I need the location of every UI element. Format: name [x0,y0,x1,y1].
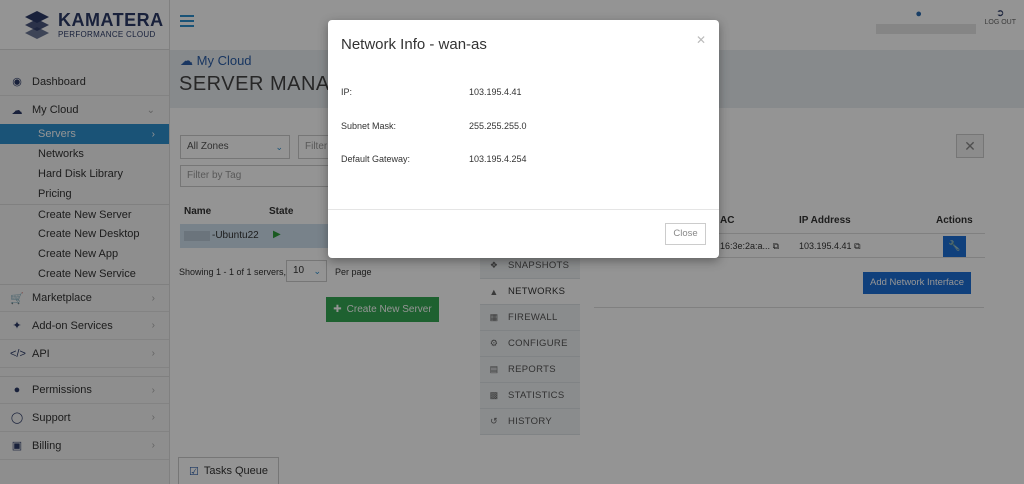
ip-value: 103.195.4.41 [469,87,522,97]
close-button[interactable]: Close [665,223,706,245]
close-icon[interactable]: ✕ [696,33,706,47]
subnet-mask-value: 255.255.255.0 [469,121,527,131]
modal-title: Network Info - wan-as [341,36,487,53]
default-gateway-label: Default Gateway: [341,154,411,164]
network-info-modal: Network Info - wan-as ✕ IP: 103.195.4.41… [328,20,719,258]
ip-label: IP: [341,87,353,97]
default-gateway-value: 103.195.4.254 [469,154,527,164]
subnet-mask-label: Subnet Mask: [341,121,397,131]
modal-footer [328,209,719,210]
